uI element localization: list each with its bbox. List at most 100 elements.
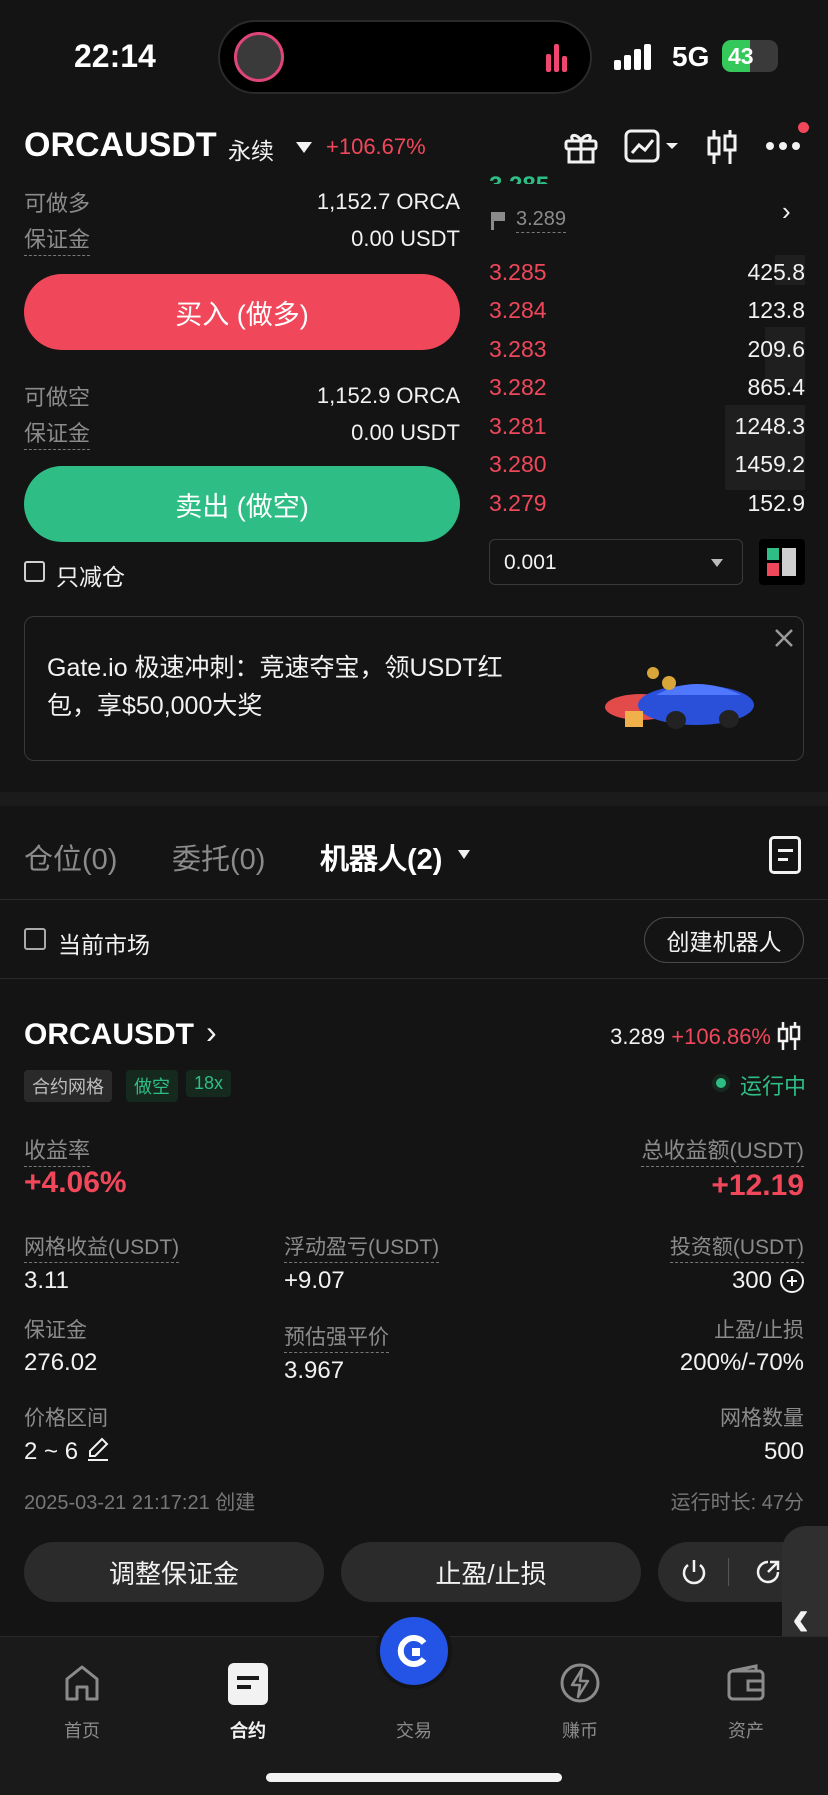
- bot-price-line: 3.289 +106.86%: [610, 1024, 771, 1050]
- caret-down-icon[interactable]: [458, 850, 470, 859]
- more-icon[interactable]: [766, 142, 806, 152]
- float-pnl: +9.07: [284, 1267, 345, 1294]
- short-available-label: 可做空: [24, 385, 91, 410]
- document-icon[interactable]: [769, 836, 801, 874]
- chevron-right-icon[interactable]: ›: [782, 196, 791, 227]
- precision-value: 0.001: [504, 551, 557, 574]
- buy-long-button[interactable]: 买入 (做多): [24, 274, 460, 350]
- bottom-nav: 首页 合约 交易 赚币 资产: [0, 1613, 828, 1795]
- promo-banner[interactable]: Gate.io 极速冲刺：竞速夺宝，领USDT红包，享$50,000大奖: [24, 616, 804, 761]
- orderbook-row[interactable]: 3.279 152.9: [489, 490, 805, 517]
- total-profit: +12.19: [711, 1169, 804, 1202]
- reduce-only-label[interactable]: 只减仓: [56, 558, 125, 592]
- orderbook-row[interactable]: 3.280 1459.2: [489, 451, 805, 478]
- bot-price: 3.289: [610, 1024, 666, 1049]
- orderbook-row[interactable]: 3.282 865.4: [489, 374, 805, 401]
- tag-grid-type: 合约网格: [24, 1070, 112, 1102]
- battery-icon: 43: [722, 40, 778, 72]
- nav-home[interactable]: 首页: [40, 1649, 124, 1745]
- liq-value: 3.967: [284, 1357, 345, 1384]
- tpsl-label: 止盈/止损: [714, 1319, 804, 1342]
- tab-positions[interactable]: 仓位(0): [24, 836, 117, 878]
- reduce-only-checkbox[interactable]: [24, 561, 45, 582]
- orderbook-layout-icon[interactable]: [759, 539, 805, 585]
- chart-icon[interactable]: [624, 129, 680, 165]
- edit-icon[interactable]: [86, 1436, 110, 1462]
- caret-down-icon[interactable]: [296, 142, 312, 153]
- create-bot-button[interactable]: 创建机器人: [644, 917, 804, 963]
- contract-type[interactable]: 永续: [228, 132, 274, 166]
- candlestick-icon[interactable]: [706, 128, 738, 166]
- orderbook-row[interactable]: 3.281 1248.3: [489, 413, 805, 440]
- bot-status: 运行中: [740, 1074, 807, 1099]
- section-divider: [0, 792, 828, 806]
- nav-assets[interactable]: 资产: [704, 1649, 788, 1745]
- share-icon[interactable]: [754, 1558, 782, 1586]
- status-dot: [716, 1078, 726, 1088]
- tab-bots[interactable]: 机器人(2): [320, 836, 442, 878]
- nav-earn-label: 赚币: [562, 1721, 598, 1741]
- nav-assets-label: 资产: [728, 1721, 764, 1741]
- symbol-title[interactable]: ORCAUSDT: [24, 126, 217, 165]
- power-icon[interactable]: [680, 1558, 708, 1586]
- candlestick-icon[interactable]: [776, 1021, 802, 1051]
- adjust-margin-button[interactable]: 调整保证金: [24, 1542, 324, 1602]
- notification-dot: [798, 122, 809, 133]
- signal-icon: [614, 44, 654, 70]
- bot-symbol[interactable]: ORCAUSDT: [24, 1018, 194, 1052]
- sell-short-button[interactable]: 卖出 (做空): [24, 466, 460, 542]
- orderbook-row[interactable]: 3.283 209.6: [489, 336, 805, 363]
- return-rate-label: 收益率: [24, 1133, 91, 1167]
- grid-profit: 3.11: [24, 1267, 69, 1294]
- nav-futures-label: 合约: [230, 1721, 266, 1741]
- current-market-checkbox[interactable]: [24, 928, 46, 950]
- long-margin-value: 0.00 USDT: [351, 226, 460, 251]
- tag-side: 做空: [126, 1070, 178, 1102]
- precision-select[interactable]: 0.001: [489, 539, 743, 585]
- close-icon[interactable]: [773, 627, 795, 649]
- status-time: 22:14: [74, 38, 156, 74]
- wallet-icon: [726, 1663, 766, 1703]
- tpsl-value: 200%/-70%: [679, 1349, 804, 1376]
- add-circle-icon[interactable]: [780, 1269, 804, 1293]
- header: ORCAUSDT 永续 +106.67%: [0, 110, 828, 190]
- orderbook-row[interactable]: 3.285 425.8: [489, 259, 805, 286]
- nav-earn[interactable]: 赚币: [538, 1649, 622, 1745]
- invest-label: 投资额(USDT): [669, 1231, 804, 1263]
- dynamic-island: [218, 20, 592, 94]
- mark-price: 3.289: [516, 208, 567, 233]
- current-market-label[interactable]: 当前市场: [58, 926, 150, 960]
- range-value: 2 ~ 6: [24, 1438, 79, 1465]
- grids-value: 500: [763, 1438, 804, 1465]
- nav-futures[interactable]: 合约: [206, 1649, 290, 1745]
- margin-label: 保证金: [24, 1319, 87, 1342]
- trade-panel: 可做多 1,152.7 ORCA 保证金 0.00 USDT 买入 (做多) 可…: [24, 186, 460, 596]
- long-margin-label: 保证金: [24, 222, 91, 256]
- orderbook-row[interactable]: 3.284 123.8: [489, 297, 805, 324]
- grid-profit-label: 网格收益(USDT): [24, 1231, 180, 1263]
- header-change: +106.67%: [326, 134, 426, 159]
- chevron-right-icon[interactable]: ›: [206, 1014, 217, 1051]
- range-label: 价格区间: [24, 1407, 108, 1430]
- short-margin-value: 0.00 USDT: [351, 420, 460, 445]
- tab-orders[interactable]: 委托(0): [172, 836, 265, 878]
- return-rate: +4.06%: [24, 1166, 127, 1199]
- short-available-value: 1,152.9 ORCA: [316, 383, 460, 408]
- margin-value: 276.02: [24, 1349, 98, 1376]
- long-available-label: 可做多: [24, 191, 91, 216]
- last-price-partial: 3.285: [489, 172, 549, 184]
- nav-trade-label: 交易: [396, 1721, 432, 1741]
- home-icon: [62, 1663, 102, 1703]
- tpsl-button[interactable]: 止盈/止损: [341, 1542, 641, 1602]
- runtime: 运行时长: 47分: [670, 1492, 804, 1514]
- network-label: 5G: [672, 41, 710, 72]
- flag-icon: [491, 212, 505, 230]
- gift-icon[interactable]: [563, 130, 599, 164]
- caret-down-icon: [711, 559, 723, 567]
- home-indicator: [266, 1773, 562, 1782]
- nav-trade[interactable]: 交易: [372, 1613, 456, 1745]
- total-profit-label: 总收益额(USDT): [641, 1133, 804, 1167]
- liq-label: 预估强平价: [284, 1321, 389, 1353]
- earn-icon: [558, 1661, 602, 1705]
- short-margin-label: 保证金: [24, 416, 91, 450]
